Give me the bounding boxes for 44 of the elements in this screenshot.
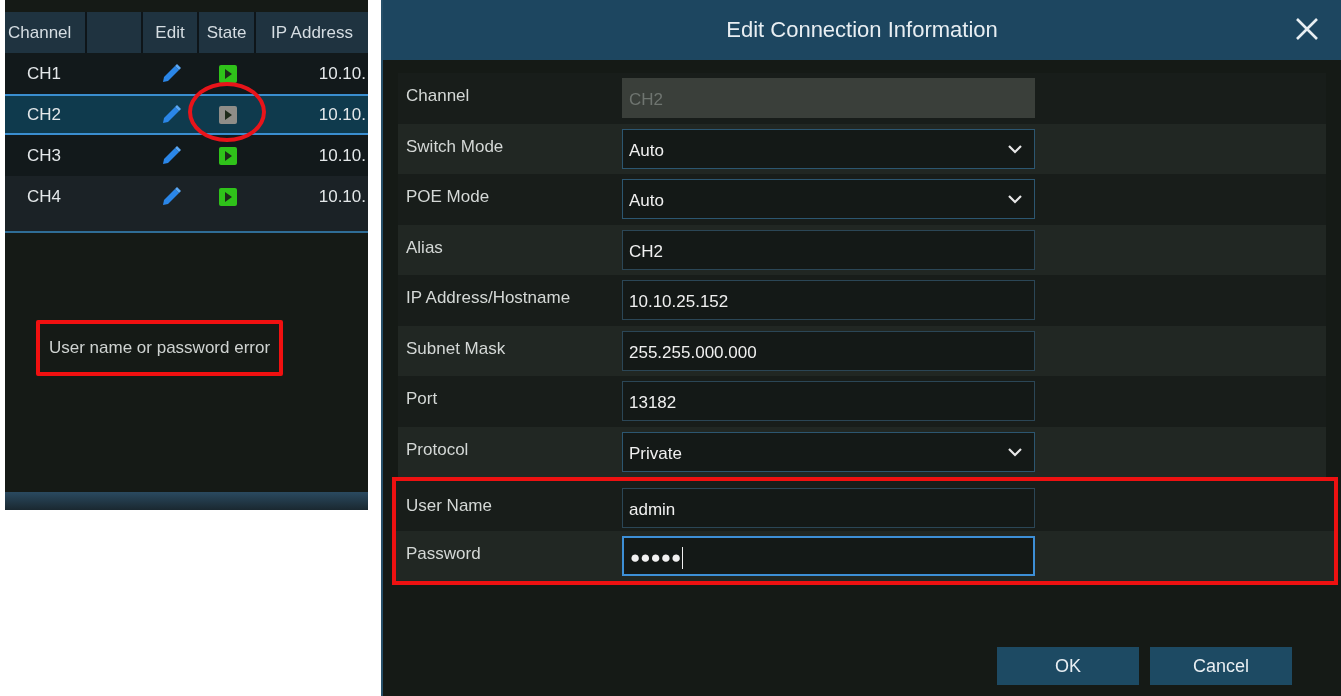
input-field[interactable]: 10.10.25.152 (622, 280, 1035, 321)
dropdown[interactable]: Auto (622, 179, 1035, 220)
play-icon[interactable] (218, 146, 237, 165)
channel-row[interactable]: CH2 10.10. (5, 94, 368, 135)
field-label: Port (406, 389, 439, 410)
field-label: Protocol (406, 439, 470, 460)
field-label: User Name (406, 496, 493, 516)
close-icon[interactable] (1295, 17, 1319, 41)
chevron-icon (1008, 446, 1022, 457)
field-label: Alias (406, 237, 444, 258)
field-label: Subnet Mask (406, 338, 507, 359)
chevron-icon (1008, 143, 1022, 154)
ip-address: 10.10. (317, 103, 367, 126)
channel-name: CH4 (26, 185, 62, 208)
input-field[interactable]: admin (622, 488, 1035, 528)
input-field[interactable]: 255.255.000.000 (622, 330, 1035, 371)
field-label: Channel (406, 86, 471, 107)
field-label: Password (406, 544, 482, 564)
ip-address: 10.10. (317, 185, 367, 208)
field-label: IP Address/Hostname (406, 288, 572, 309)
play-icon[interactable] (218, 105, 237, 124)
ip-address: 10.10. (317, 62, 367, 85)
column-header: IP Address (270, 21, 354, 44)
channel-row[interactable]: CH3 10.10. (5, 135, 368, 176)
field-label: POE Mode (406, 187, 491, 208)
dropdown[interactable]: Private (622, 431, 1035, 472)
chevron-icon (1008, 194, 1022, 205)
input-field[interactable]: 13182 (622, 381, 1035, 422)
field-label: Switch Mode (406, 136, 505, 157)
ip-address: 10.10. (317, 144, 367, 167)
channel-name: CH2 (26, 103, 62, 126)
dialog-title: Edit Connection Information (726, 17, 998, 43)
dialog-button[interactable]: OK (997, 647, 1139, 685)
dropdown[interactable]: Auto (622, 128, 1035, 169)
input-field[interactable]: ●●●●● (622, 536, 1035, 576)
channel-name: CH3 (26, 144, 62, 167)
channel-row[interactable]: CH1 10.10. (5, 53, 368, 94)
channel-name: CH1 (26, 62, 62, 85)
input-field[interactable]: CH2 (622, 229, 1035, 270)
play-icon[interactable] (218, 187, 237, 206)
dialog-button[interactable]: Cancel (1150, 647, 1292, 685)
channel-row[interactable]: CH4 10.10. (5, 176, 368, 217)
error-message: User name or password error (36, 319, 284, 376)
play-icon[interactable] (218, 64, 237, 83)
